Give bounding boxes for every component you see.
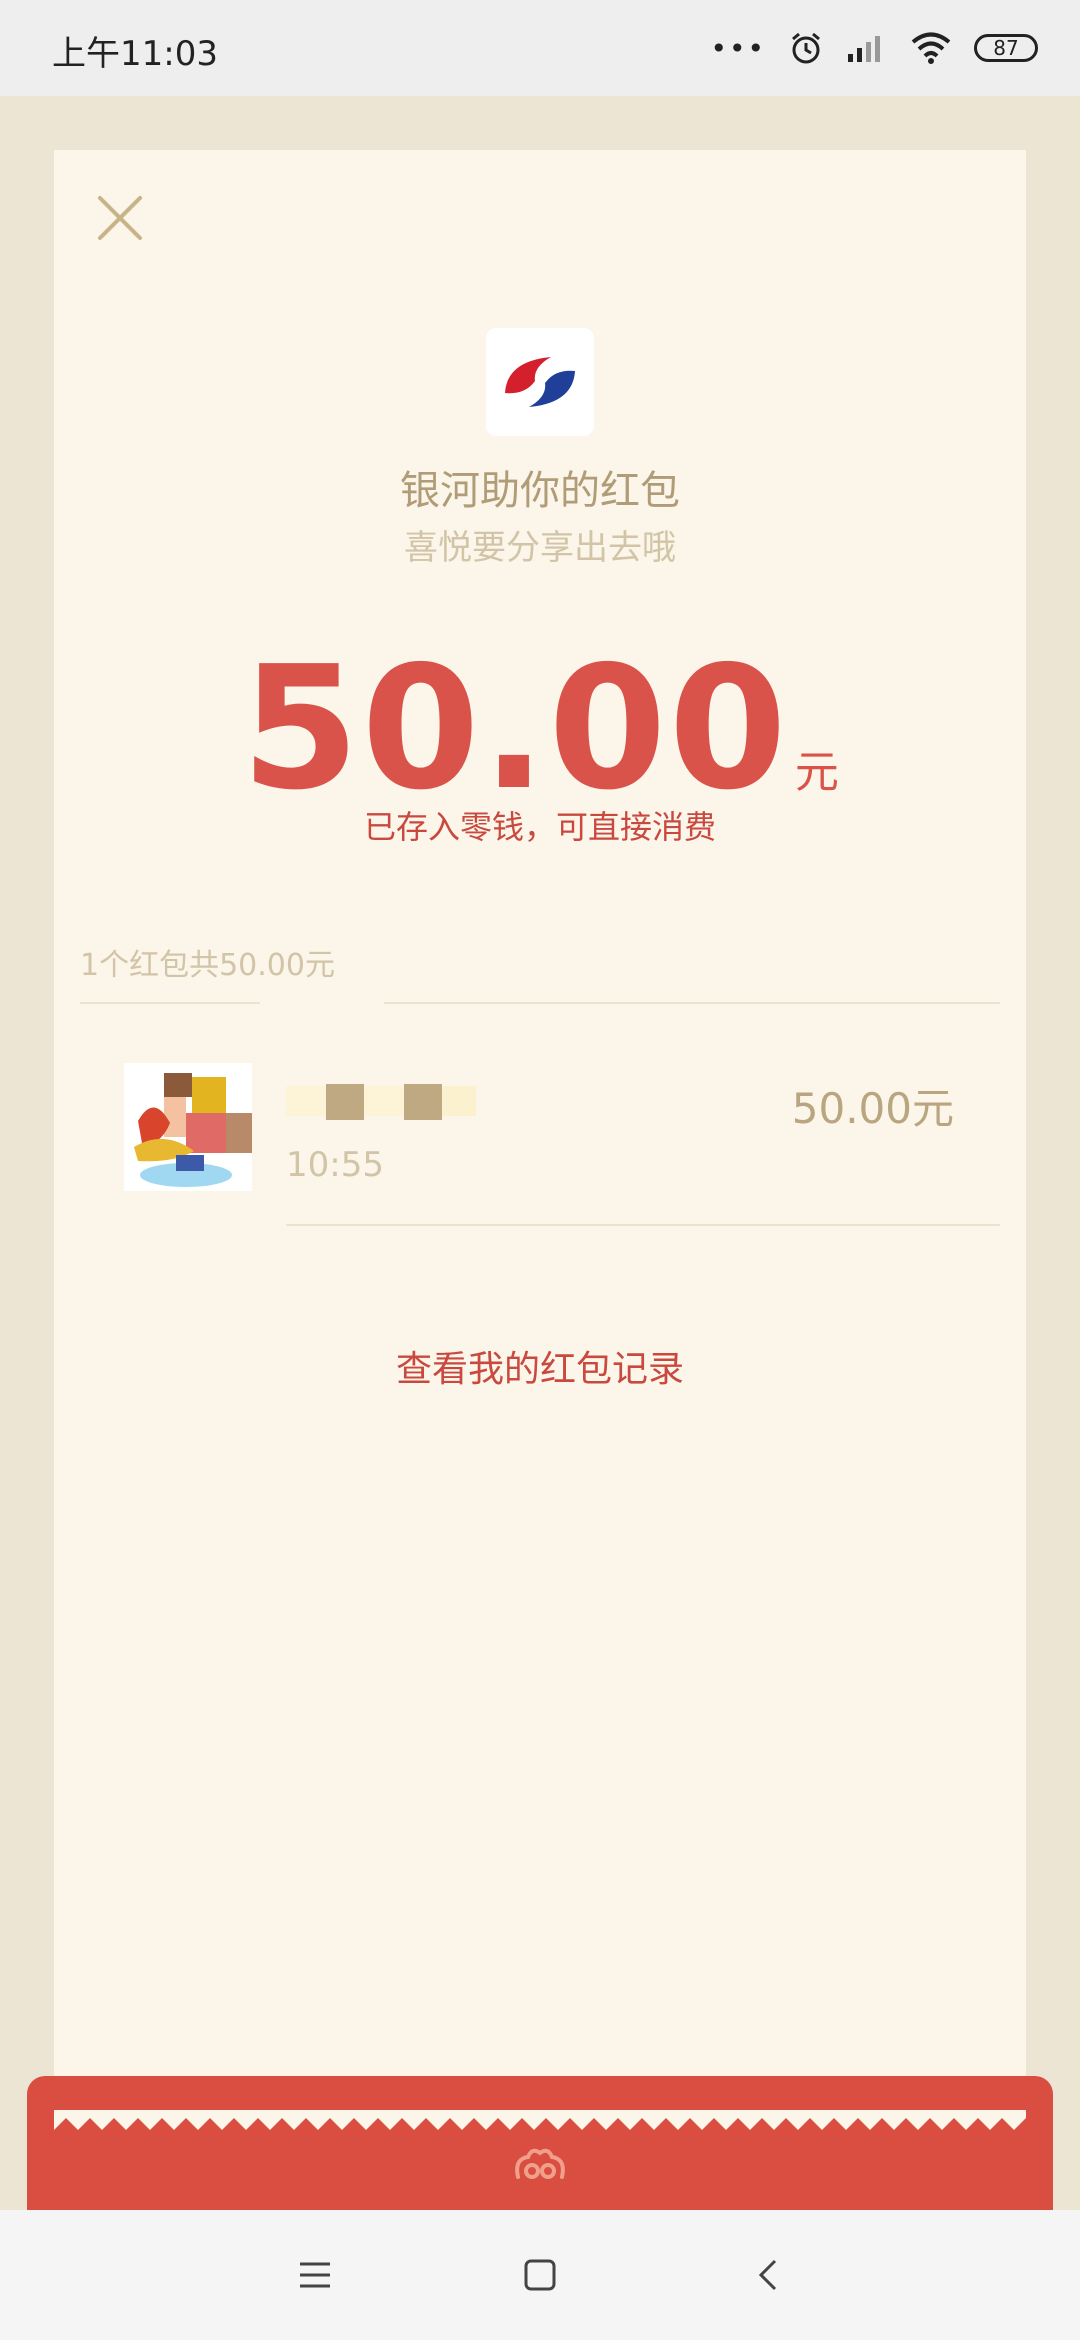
alarm-icon	[792, 32, 820, 64]
envelope-bottom	[27, 2076, 1053, 2210]
packet-summary: 1个红包共50.00元	[80, 948, 335, 983]
divider	[80, 1002, 260, 1004]
receiver-name-blurred	[286, 1084, 476, 1120]
wifi-icon	[911, 32, 951, 64]
more-dots-icon: •••	[710, 31, 766, 65]
amount-unit: 元	[794, 747, 839, 798]
avatar[interactable]	[124, 1063, 252, 1191]
status-time: 上午11:03	[52, 34, 218, 74]
red-packet-detail-card: 银河助你的红包 喜悦要分享出去哦 50.00 元 已存入零钱，可直接消费 1个红包…	[54, 150, 1026, 2150]
cloud-emblem-icon	[515, 2148, 565, 2179]
receive-time: 10:55	[286, 1145, 384, 1185]
system-nav-bar	[0, 2210, 1080, 2340]
status-bar: 上午11:03 ••• 87	[0, 0, 1080, 96]
menu-icon[interactable]	[290, 2250, 340, 2300]
sender-title: 银河助你的红包	[400, 468, 680, 514]
divider	[384, 1002, 1000, 1004]
receiver-row[interactable]: 10:55 50.00元	[54, 1055, 1026, 1226]
home-icon[interactable]	[515, 2250, 565, 2300]
bank-logo-icon	[486, 328, 594, 436]
amount-value: 50.00	[241, 630, 789, 828]
signal-icon	[848, 36, 880, 62]
amount-display: 50.00 元	[54, 630, 1026, 828]
close-icon[interactable]	[92, 190, 148, 246]
zigzag-edge	[54, 2110, 1026, 2130]
status-icons: ••• 87	[710, 26, 1038, 70]
view-records-link[interactable]: 查看我的红包记录	[54, 1340, 1026, 1392]
battery-icon: 87	[974, 34, 1038, 62]
blessing-message: 喜悦要分享出去哦	[404, 528, 676, 568]
saved-to-wallet-note: 已存入零钱，可直接消费	[363, 808, 716, 846]
divider	[286, 1224, 1000, 1226]
back-icon[interactable]	[743, 2250, 793, 2300]
receive-amount: 50.00元	[791, 1084, 954, 1133]
